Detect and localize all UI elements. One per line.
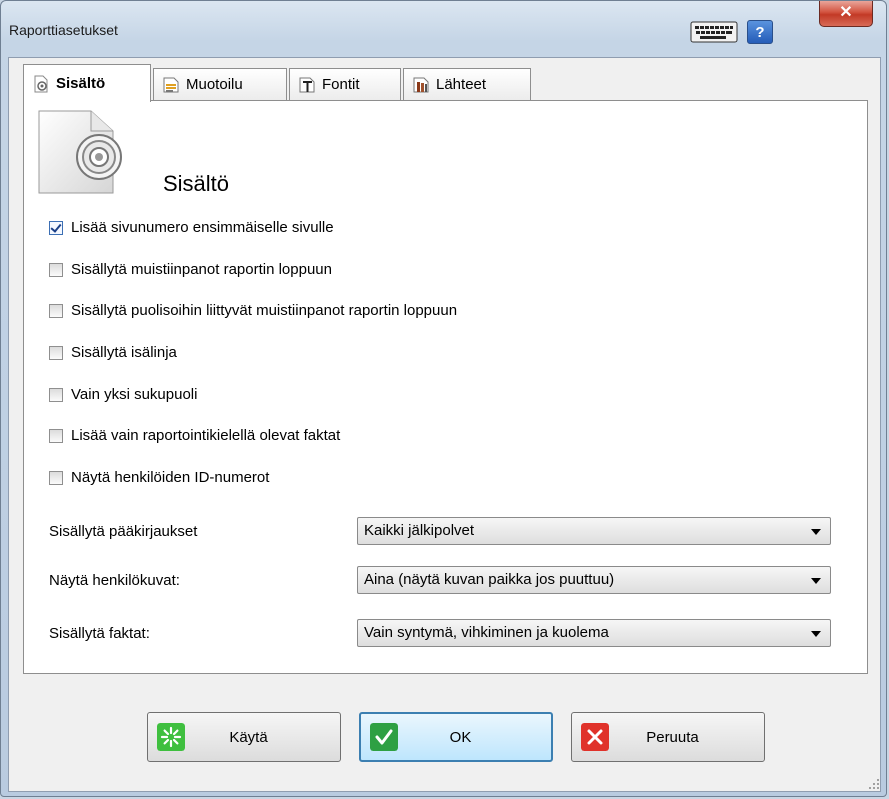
- apply-button-label: Käytä: [229, 728, 268, 746]
- select-value: Aina (näytä kuvan paikka jos puuttuu): [364, 571, 615, 588]
- gear-document-icon: [38, 110, 122, 194]
- checkbox-checked[interactable]: [49, 220, 63, 235]
- window-title: Raporttiasetukset: [9, 22, 118, 38]
- close-button[interactable]: ✕: [819, 1, 873, 27]
- checkbox-label: Lisää vain raportointikielellä olevat fa…: [71, 427, 341, 444]
- close-icon: ✕: [839, 4, 853, 21]
- title-bar[interactable]: Raporttiasetukset ? ✕: [1, 1, 886, 47]
- tab-label: Muotoilu: [186, 76, 243, 93]
- checkbox-label: Lisää sivunumero ensimmäiselle sivulle: [71, 219, 334, 236]
- tab-sisalto[interactable]: Sisältö: [23, 64, 151, 102]
- checkbox-label: Sisällytä puolisoihin liittyvät muistiin…: [71, 302, 458, 319]
- format-icon: [163, 77, 179, 92]
- facts-select[interactable]: Vain syntymä, vihkiminen ja kuolema: [357, 619, 831, 647]
- checkbox-paternal-line[interactable]: Sisällytä isälinja: [49, 344, 177, 361]
- checkbox-label: Näytä henkilöiden ID-numerot: [71, 469, 270, 486]
- select-value: Vain syntymä, vihkiminen ja kuolema: [364, 624, 609, 641]
- chevron-down-icon: [811, 631, 821, 637]
- gear-document-icon: [34, 75, 48, 92]
- tab-label: Sisältö: [56, 75, 106, 92]
- apply-icon: [157, 723, 185, 751]
- person-images-label: Näytä henkilökuvat:: [49, 572, 180, 589]
- checkbox-label: Sisällytä muistiinpanot raportin loppuun: [71, 261, 332, 278]
- cancel-x-icon: [581, 723, 609, 751]
- dialog-window: Raporttiasetukset ? ✕ Sisältö Muotoilu F…: [0, 0, 887, 797]
- checkbox-unchecked[interactable]: [49, 345, 63, 360]
- select-value: Kaikki jälkipolvet: [364, 522, 475, 539]
- sources-icon: [413, 77, 429, 92]
- checkbox-unchecked[interactable]: [49, 387, 63, 402]
- checkbox-report-language-facts[interactable]: Lisää vain raportointikielellä olevat fa…: [49, 427, 340, 444]
- keyboard-icon[interactable]: [690, 21, 738, 43]
- checkmark-icon: [370, 723, 398, 751]
- checkbox-unchecked[interactable]: [49, 428, 63, 443]
- section-heading: Sisältö: [163, 171, 230, 196]
- checkbox-first-page-number[interactable]: Lisää sivunumero ensimmäiselle sivulle: [49, 219, 334, 236]
- checkbox-unchecked[interactable]: [49, 262, 63, 277]
- resize-grip-icon[interactable]: [868, 778, 880, 790]
- checkbox-spouse-notes[interactable]: Sisällytä puolisoihin liittyvät muistiin…: [49, 302, 457, 319]
- checkbox-unchecked[interactable]: [49, 470, 63, 485]
- checkbox-show-id-numbers[interactable]: Näytä henkilöiden ID-numerot: [49, 469, 269, 486]
- cancel-button-label: Peruuta: [646, 728, 699, 746]
- ok-button-label: OK: [449, 728, 472, 746]
- facts-label: Sisällytä faktat:: [49, 625, 150, 642]
- checkbox-label: Vain yksi sukupuoli: [71, 386, 198, 403]
- checkbox-unchecked[interactable]: [49, 303, 63, 318]
- tab-lahteet[interactable]: Lähteet: [403, 68, 531, 100]
- ok-button[interactable]: OK: [359, 712, 553, 762]
- tab-fontit[interactable]: Fontit: [289, 68, 401, 100]
- main-entries-select[interactable]: Kaikki jälkipolvet: [357, 517, 831, 545]
- cancel-button[interactable]: Peruuta: [571, 712, 765, 762]
- chevron-down-icon: [811, 578, 821, 584]
- chevron-down-icon: [811, 529, 821, 535]
- tab-label: Lähteet: [436, 76, 487, 93]
- main-entries-label: Sisällytä pääkirjaukset: [49, 523, 198, 540]
- tab-label: Fontit: [322, 76, 360, 93]
- checkbox-label: Sisällytä isälinja: [71, 344, 177, 361]
- person-images-select[interactable]: Aina (näytä kuvan paikka jos puuttuu): [357, 566, 831, 594]
- font-icon: [299, 77, 315, 92]
- help-button[interactable]: ?: [747, 20, 773, 44]
- checkbox-include-notes[interactable]: Sisällytä muistiinpanot raportin loppuun: [49, 261, 332, 278]
- apply-button[interactable]: Käytä: [147, 712, 341, 762]
- checkbox-single-gender[interactable]: Vain yksi sukupuoli: [49, 386, 197, 403]
- tab-muotoilu[interactable]: Muotoilu: [153, 68, 287, 100]
